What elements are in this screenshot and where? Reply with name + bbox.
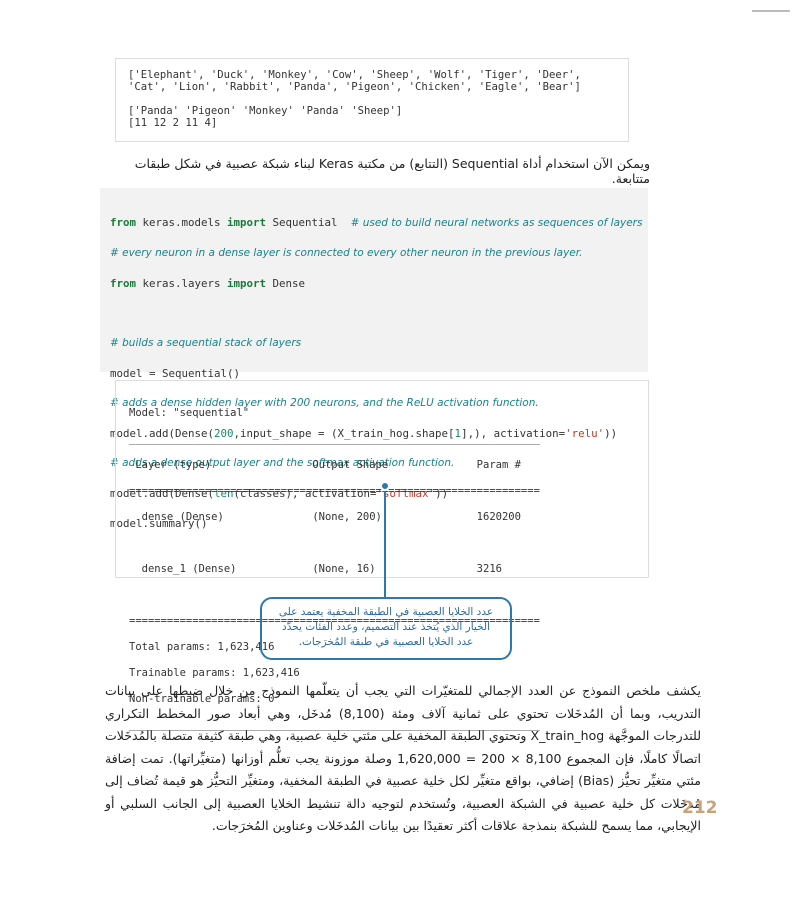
output-line: ['Panda' 'Pigeon' 'Monkey' 'Panda' 'Shee…: [128, 105, 403, 117]
code-line: from keras.layers import Dense: [110, 276, 648, 291]
code-line: from keras.models import Sequential # us…: [110, 215, 648, 231]
code-comment: # every neuron in a dense layer is conne…: [110, 247, 583, 259]
output-block-classes: ['Elephant', 'Duck', 'Monkey', 'Cow', 'S…: [115, 58, 629, 142]
summary-line: ________________________________________…: [129, 433, 540, 445]
intro-text: ويمكن الآن استخدام أداة Sequential (التت…: [134, 156, 650, 186]
output-line: 'Cat', 'Lion', 'Rabbit', 'Panda', 'Pigeo…: [128, 81, 581, 93]
code-comment: # builds a sequential stack of layers: [110, 337, 302, 349]
callout-anchor-dot: [380, 481, 390, 491]
callout-connector: [384, 485, 386, 597]
code-block: from keras.models import Sequential # us…: [100, 188, 648, 530]
keyword: from: [110, 216, 137, 229]
keyword: import: [227, 277, 267, 290]
code-comment: # used to build neural networks as seque…: [350, 217, 643, 229]
callout-note: عدد الخلايا العصبية في الطبقة المخفية يع…: [260, 597, 512, 660]
header-rule: [752, 10, 790, 12]
body-paragraph: يكشف ملخص النموذج عن العدد الإجمالي للمت…: [105, 683, 701, 833]
summary-line: Layer (type) Output Shape Param #: [129, 459, 540, 471]
model-summary-output: Model: "sequential" ____________________…: [115, 380, 649, 731]
keyword: from: [110, 277, 137, 290]
code-text: keras.models: [136, 216, 228, 229]
code-text: Sequential: [266, 216, 351, 229]
output-line: [11 12 2 11 4]: [128, 117, 218, 129]
summary-line: Model: "sequential": [129, 407, 250, 419]
summary-line: dense_1 (Dense) (None, 16) 3216: [129, 563, 540, 575]
code-line: model = Sequential(): [110, 367, 241, 380]
page-number: 212: [682, 798, 718, 818]
output-line: ['Elephant', 'Duck', 'Monkey', 'Cow', 'S…: [128, 69, 581, 81]
summary-line: dense (Dense) (None, 200) 1620200: [129, 511, 540, 523]
summary-line: [129, 537, 648, 550]
code-text: Dense: [266, 277, 306, 290]
summary-line: Trainable params: 1,623,416: [129, 667, 300, 679]
keyword: import: [227, 216, 267, 229]
code-text: keras.layers: [136, 277, 228, 290]
